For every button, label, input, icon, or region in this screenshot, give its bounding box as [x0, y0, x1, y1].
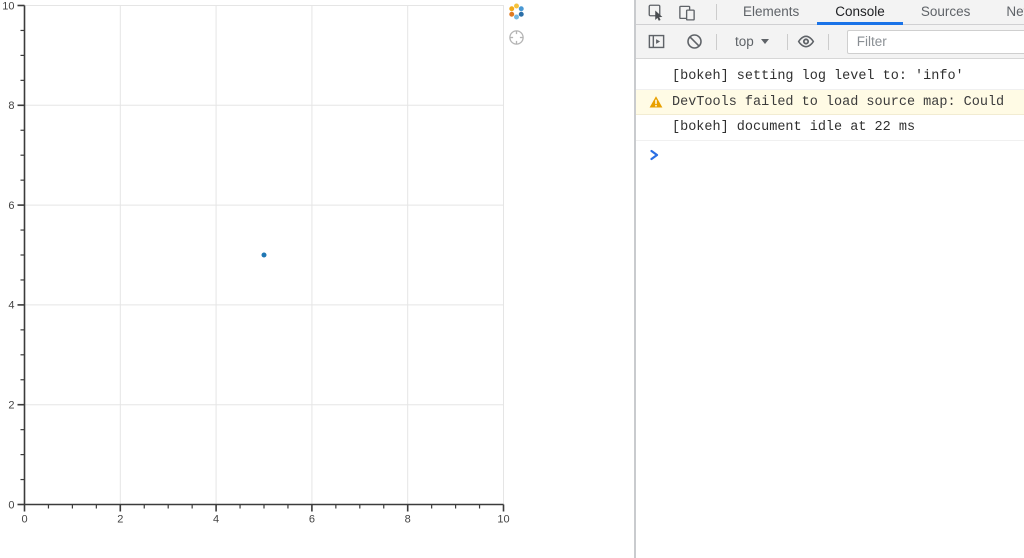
tab-network[interactable]: Network — [988, 0, 1024, 25]
devtools-tabbar: Elements Console Sources Network — [636, 0, 1024, 25]
svg-text:4: 4 — [213, 514, 219, 526]
toolbar-separator — [716, 33, 717, 50]
svg-text:2: 2 — [117, 514, 123, 526]
console-toolbar: top — [636, 25, 1024, 59]
svg-text:8: 8 — [405, 514, 411, 526]
svg-text:8: 8 — [8, 100, 14, 112]
toolbar-separator — [827, 33, 829, 50]
live-expression-button[interactable] — [796, 32, 816, 52]
tab-elements[interactable]: Elements — [725, 0, 817, 25]
devtools-tabs: Elements Console Sources Network — [725, 0, 1024, 25]
bokeh-logo-icon[interactable] — [507, 2, 526, 21]
svg-text:0: 0 — [8, 499, 14, 511]
console-message-text: [bokeh] setting log level to: 'info' — [672, 69, 964, 84]
svg-text:6: 6 — [309, 514, 315, 526]
execution-context-selector[interactable]: top — [725, 34, 779, 49]
clear-console-button[interactable] — [684, 32, 704, 52]
clear-console-icon — [686, 34, 702, 49]
console-log-row[interactable]: [bokeh] setting log level to: 'info' — [636, 64, 1024, 90]
live-expression-eye-icon — [797, 35, 815, 48]
scatter-plot-canvas[interactable]: 0 2 4 6 8 10 0 2 4 6 8 10 — [0, 0, 540, 535]
console-message-text: DevTools failed to load source map: Coul… — [672, 94, 1005, 110]
console-prompt-row[interactable] — [636, 141, 1024, 169]
console-sidebar-toggle-button[interactable] — [646, 32, 666, 52]
toggle-device-toolbar-icon — [679, 5, 695, 21]
console-log-row[interactable]: [bokeh] document idle at 22 ms — [636, 115, 1024, 141]
dropdown-caret-icon — [760, 39, 769, 44]
tab-console[interactable]: Console — [817, 0, 903, 25]
toolbar-separator — [786, 33, 788, 50]
console-message-text: [bokeh] document idle at 22 ms — [672, 120, 916, 135]
console-filter-input[interactable] — [846, 29, 1024, 54]
console-sidebar-icon — [648, 34, 664, 49]
inspect-element-button[interactable] — [646, 2, 666, 22]
console-warning-row[interactable]: DevTools failed to load source map: Coul… — [636, 90, 1024, 115]
svg-text:0: 0 — [21, 514, 27, 526]
devtools-panel: Elements Console Sources Network top — [634, 0, 1024, 558]
context-label: top — [735, 34, 754, 49]
svg-text:4: 4 — [8, 300, 14, 312]
svg-text:6: 6 — [8, 200, 14, 212]
inspect-element-icon — [648, 4, 663, 21]
bokeh-plot[interactable]: 0 2 4 6 8 10 0 2 4 6 8 10 — [0, 0, 540, 535]
warning-icon — [649, 96, 663, 109]
svg-text:10: 10 — [2, 0, 14, 12]
bokeh-toolbar — [505, 2, 527, 46]
toolbar-separator — [716, 4, 717, 20]
console-prompt-icon — [649, 149, 660, 161]
crosshair-tool-icon[interactable] — [508, 29, 525, 46]
tab-sources[interactable]: Sources — [903, 0, 989, 25]
svg-text:10: 10 — [497, 514, 509, 526]
console-messages: [bokeh] setting log level to: 'info' Dev… — [636, 59, 1024, 169]
toggle-device-toolbar-button[interactable] — [677, 2, 697, 22]
svg-text:2: 2 — [8, 400, 14, 412]
